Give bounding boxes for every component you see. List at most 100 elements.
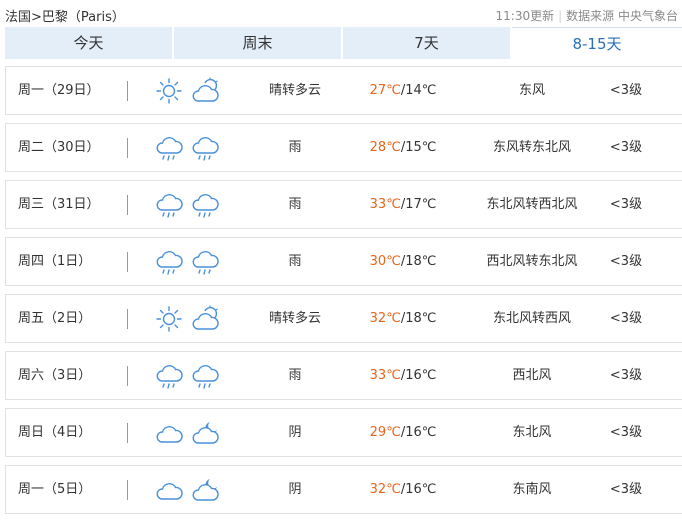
wind-direction: 东风转东北风 (492, 140, 571, 155)
cloud-sun-icon (190, 304, 220, 334)
high-temp: 33℃ (369, 197, 401, 212)
high-temp: 27℃ (369, 83, 401, 98)
weather-desc: 雨 (288, 368, 302, 383)
update-meta: 11:30更新 | 数据来源 中央气象台 (496, 7, 678, 24)
weather-desc: 雨 (288, 197, 302, 212)
weather-icons (154, 352, 224, 399)
cloud-moon-icon (190, 418, 220, 448)
low-temp: /16℃ (400, 368, 437, 383)
cloud-moon-icon (190, 475, 220, 505)
rain-icon (154, 190, 184, 220)
rain-icon (190, 247, 220, 277)
high-temp: 32℃ (369, 482, 401, 497)
temperature: 30℃/18℃ (354, 238, 452, 285)
temperature: 33℃/17℃ (354, 181, 452, 228)
high-temp: 29℃ (369, 425, 401, 440)
wind-level: <3级 (609, 140, 643, 155)
tab-7-days[interactable]: 7天 (343, 27, 510, 59)
breadcrumb-city: 巴黎（Paris） (41, 10, 125, 25)
day-label: 周二（30日） (18, 140, 100, 155)
wind-direction: 东北风转西北风 (486, 197, 578, 212)
forecast-list: 周一（29日） 晴转多云 27℃/14℃ 东风 <3级 周二（30日） 雨 28… (5, 66, 682, 522)
breadcrumb-country-link[interactable]: 法国 (5, 10, 31, 25)
temperature: 28℃/15℃ (354, 124, 452, 171)
forecast-row: 周日（4日） 阴 29℃/16℃ 东北风 <3级 (5, 408, 682, 457)
row-divider (127, 309, 128, 329)
low-temp: /15℃ (400, 140, 437, 155)
weather-desc: 阴 (288, 482, 302, 497)
update-time: 11:30更新 (495, 9, 555, 23)
tab-8-15-days[interactable]: 8-15天 (512, 27, 682, 59)
tab-today[interactable]: 今天 (5, 27, 172, 59)
meta-divider: | (558, 9, 563, 23)
rain-icon (190, 361, 220, 391)
wind-level: <3级 (609, 197, 643, 212)
low-temp: /16℃ (400, 425, 437, 440)
high-temp: 32℃ (369, 311, 401, 326)
temperature: 29℃/16℃ (354, 409, 452, 456)
rain-icon (190, 190, 220, 220)
forecast-row: 周六（3日） 雨 33℃/16℃ 西北风 <3级 (5, 351, 682, 400)
tab-weekend[interactable]: 周末 (174, 27, 341, 59)
top-bar: 法国>巴黎（Paris） 11:30更新 | 数据来源 中央气象台 (0, 0, 682, 28)
low-temp: /17℃ (400, 197, 437, 212)
wind-level: <3级 (609, 425, 643, 440)
weather-desc: 晴转多云 (268, 311, 321, 326)
forecast-row: 周一（5日） 阴 32℃/16℃ 东南风 <3级 (5, 465, 682, 514)
rain-icon (154, 361, 184, 391)
low-temp: /16℃ (400, 482, 437, 497)
rain-icon (154, 133, 184, 163)
high-temp: 30℃ (369, 254, 401, 269)
wind-level: <3级 (609, 311, 643, 326)
weather-desc: 晴转多云 (268, 83, 321, 98)
row-divider (127, 423, 128, 443)
day-label: 周一（29日） (18, 83, 100, 98)
wind-direction: 东北风 (512, 425, 552, 440)
row-divider (127, 366, 128, 386)
row-divider (127, 138, 128, 158)
day-label: 周四（1日） (18, 254, 92, 269)
forecast-row: 周二（30日） 雨 28℃/15℃ 东风转东北风 <3级 (5, 123, 682, 172)
weather-desc: 雨 (288, 254, 302, 269)
breadcrumb-separator: > (31, 10, 42, 25)
forecast-row: 周五（2日） 晴转多云 32℃/18℃ 东北风转西风 <3级 (5, 294, 682, 343)
wind-direction: 东风 (518, 83, 545, 98)
rain-icon (190, 133, 220, 163)
forecast-tabs: 今天 周末 7天 8-15天 (5, 27, 682, 59)
weather-icons (154, 238, 224, 285)
weather-desc: 雨 (288, 140, 302, 155)
wind-direction: 西北风转东北风 (486, 254, 578, 269)
row-divider (127, 81, 128, 101)
wind-level: <3级 (609, 83, 643, 98)
weather-icons (154, 124, 224, 171)
data-source: 数据来源 中央气象台 (566, 9, 678, 23)
row-divider (127, 480, 128, 500)
day-label: 周日（4日） (18, 425, 92, 440)
low-temp: /14℃ (400, 83, 437, 98)
day-label: 周三（31日） (18, 197, 100, 212)
temperature: 27℃/14℃ (354, 67, 452, 114)
day-label: 周五（2日） (18, 311, 92, 326)
weather-icons (154, 181, 224, 228)
forecast-row: 周三（31日） 雨 33℃/17℃ 东北风转西北风 <3级 (5, 180, 682, 229)
cloud-icon (154, 418, 184, 448)
row-divider (127, 252, 128, 272)
cloud-sun-icon (190, 76, 220, 106)
day-label: 周一（5日） (18, 482, 92, 497)
weather-icons (154, 67, 224, 114)
rain-icon (154, 247, 184, 277)
wind-level: <3级 (609, 368, 643, 383)
high-temp: 28℃ (369, 140, 401, 155)
wind-direction: 东北风转西风 (492, 311, 571, 326)
weather-icons (154, 466, 224, 513)
row-divider (127, 195, 128, 215)
wind-direction: 东南风 (512, 482, 552, 497)
wind-level: <3级 (609, 254, 643, 269)
weather-icons (154, 409, 224, 456)
breadcrumb: 法国>巴黎（Paris） (5, 6, 125, 25)
weather-desc: 阴 (288, 425, 302, 440)
high-temp: 33℃ (369, 368, 401, 383)
low-temp: /18℃ (400, 254, 437, 269)
temperature: 32℃/16℃ (354, 466, 452, 513)
wind-direction: 西北风 (512, 368, 552, 383)
